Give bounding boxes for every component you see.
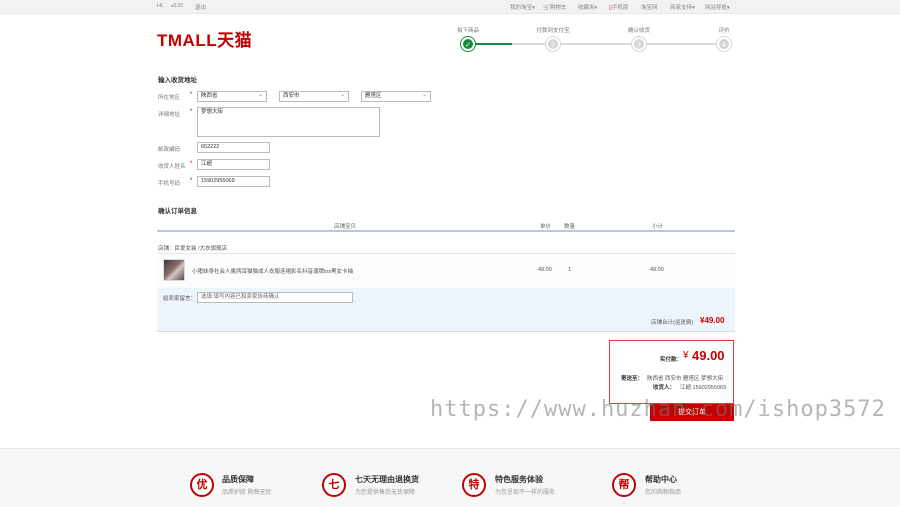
site-nav-link[interactable]: 网站导航▾ bbox=[705, 3, 730, 11]
step-circle-4: 4 bbox=[717, 37, 731, 51]
step-label-1: 拍下商品 bbox=[456, 28, 480, 34]
logout-link[interactable]: 退出 bbox=[195, 3, 206, 11]
zip-input[interactable]: 652222 bbox=[197, 142, 270, 153]
receiver-name-input[interactable]: 江超 bbox=[197, 159, 270, 170]
shop-divider bbox=[157, 253, 735, 254]
footer-sub-help: 您的购物指南 bbox=[645, 490, 682, 496]
chevron-down-icon: ▾ bbox=[532, 5, 535, 11]
footer-sub-service: 为您呈现不一样的服务 bbox=[495, 490, 556, 496]
paid-value: 49.00 bbox=[692, 348, 725, 363]
required-mark: * bbox=[190, 109, 193, 115]
phone-input[interactable]: 15902955069 bbox=[197, 176, 270, 187]
order-section-title: 确认订单信息 bbox=[158, 208, 197, 215]
service-icon: 特 bbox=[462, 473, 486, 497]
shop-total-value: ¥49.00 bbox=[700, 316, 725, 325]
item-subtotal: 49.00 bbox=[650, 267, 664, 273]
footer-sub-quality: 品质护航 购物无忧 bbox=[222, 490, 272, 496]
footer bbox=[0, 448, 900, 507]
step-label-4: 评价 bbox=[718, 28, 730, 34]
product-name-link[interactable]: 小猪妹身社会人羹两耳猫猫成人衣服连裙影名抖音潮牌ins黑女卡袖 bbox=[192, 267, 353, 275]
required-mark: * bbox=[190, 161, 193, 167]
tmall-logo[interactable]: TMALL天猫 bbox=[157, 26, 252, 51]
receiver-name-label: 收货人姓名 bbox=[158, 164, 186, 170]
district-select[interactable]: 雁塔区 bbox=[361, 91, 431, 102]
footer-sub-return: 为您提供售后无忧保障 bbox=[355, 490, 416, 496]
top-bar: Hi, a120 退出 我的淘宝▾ 🛒购物车 收藏夹▾ ▯手机版 淘宝网 商家支… bbox=[0, 0, 900, 14]
footer-title-return[interactable]: 七天无理由退换货 bbox=[355, 474, 419, 485]
item-qty: 1 bbox=[568, 267, 572, 273]
cart-icon: 🛒 bbox=[543, 5, 550, 11]
my-taobao-link[interactable]: 我的淘宝▾ bbox=[510, 3, 535, 11]
shop-name-link[interactable]: 民爱女装 /大衣旗舰店 bbox=[175, 246, 228, 252]
detail-address-label: 详细地址 bbox=[158, 112, 181, 118]
watermark-text: https://www.huzhan.com/ishop3572 bbox=[430, 397, 886, 422]
step-label-3: 确认收货 bbox=[627, 28, 651, 34]
item-price: 49.00 bbox=[538, 267, 552, 273]
paid-label: 实付款： bbox=[660, 357, 683, 363]
greeting-text: Hi, bbox=[157, 3, 164, 9]
detail-address-input[interactable]: 梦想大街 bbox=[197, 107, 380, 137]
chevron-down-icon: ▾ bbox=[727, 5, 730, 11]
step-check-icon: ✓ bbox=[461, 37, 475, 51]
shop-total-label: 店铺合计(运送费) bbox=[651, 320, 694, 326]
chevron-down-icon: ▾ bbox=[692, 5, 695, 11]
step-circle-3: 3 bbox=[632, 37, 646, 51]
chevron-down-icon: ▾ bbox=[594, 5, 598, 11]
header-qty: 数量 bbox=[564, 224, 576, 230]
required-mark: * bbox=[190, 178, 193, 184]
phone-label: 手机号码 bbox=[158, 181, 181, 187]
receiver-label: 收货人： bbox=[653, 385, 676, 391]
address-section-title: 输入收货地址 bbox=[158, 77, 197, 84]
footer-title-service[interactable]: 特色服务体验 bbox=[495, 474, 543, 485]
step-circle-2: 2 bbox=[546, 37, 560, 51]
return-icon: 七 bbox=[322, 473, 346, 497]
quality-icon: 优 bbox=[190, 473, 214, 497]
currency-symbol: ¥ bbox=[683, 350, 689, 361]
username-link[interactable]: a120 bbox=[171, 3, 183, 9]
province-select[interactable]: 陕西省 bbox=[197, 91, 267, 102]
city-select[interactable]: 西安市 bbox=[279, 91, 349, 102]
header-subtotal: 小计 bbox=[652, 224, 664, 230]
merchant-support-link[interactable]: 商家支持▾ bbox=[670, 3, 695, 11]
seller-note-label: 给卖家留言： bbox=[163, 296, 197, 302]
table-header-divider bbox=[157, 230, 735, 232]
seller-note-input[interactable]: 选填:填写内容已和卖家协商确认 bbox=[197, 292, 353, 303]
region-label: 所在地区 bbox=[158, 95, 181, 101]
header-price: 单价 bbox=[540, 224, 552, 230]
header-item: 店铺宝贝 bbox=[334, 224, 357, 230]
required-mark: * bbox=[190, 92, 193, 98]
step-label-2: 付款到支付宝 bbox=[536, 28, 570, 34]
favorites-link[interactable]: 收藏夹▾ bbox=[578, 3, 597, 11]
receiver-value: 江超 15902955069 bbox=[680, 385, 727, 391]
footer-title-help[interactable]: 帮助中心 bbox=[645, 474, 677, 485]
product-thumbnail[interactable] bbox=[163, 259, 185, 281]
taobao-link[interactable]: 淘宝网 bbox=[641, 3, 658, 11]
ship-to-label: 寄送至： bbox=[621, 376, 644, 382]
shop-row: 店铺：民爱女装 /大衣旗舰店 bbox=[158, 246, 228, 252]
help-icon: 帮 bbox=[612, 473, 636, 497]
mobile-link[interactable]: ▯手机版 bbox=[609, 3, 629, 11]
cart-link[interactable]: 🛒购物车 bbox=[543, 3, 566, 11]
ship-to-value: 陕西省 西安市 雁塔区 梦想大街 bbox=[647, 376, 724, 382]
zip-label: 邮政编码 bbox=[158, 147, 181, 153]
footer-title-quality[interactable]: 品质保障 bbox=[222, 474, 254, 485]
